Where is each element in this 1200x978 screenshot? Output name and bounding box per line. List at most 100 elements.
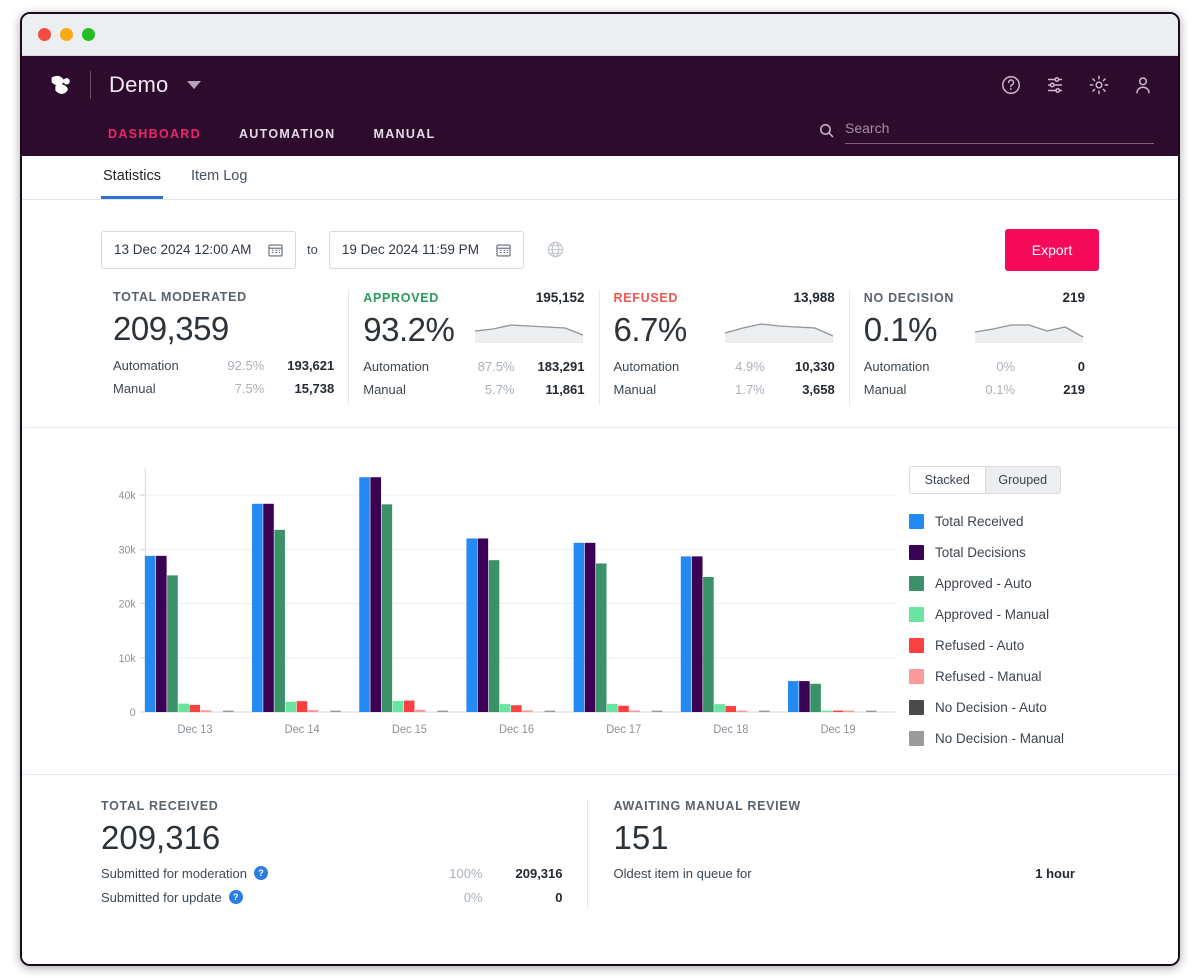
chevron-down-icon[interactable] <box>186 81 201 89</box>
chart-bar[interactable] <box>330 710 341 712</box>
chart-legend-panel: Stacked Grouped Total Received Total Deci… <box>909 458 1099 758</box>
chart-bar[interactable] <box>477 538 489 712</box>
kpi-row-pct: 0.1% <box>985 382 1015 397</box>
calendar-icon[interactable] <box>268 243 283 257</box>
chart-bar[interactable] <box>499 704 511 712</box>
search-input[interactable] <box>845 120 1154 136</box>
date-from-value: 13 Dec 2024 12:00 AM <box>114 242 252 257</box>
chart-bar[interactable] <box>437 710 448 712</box>
nav-item-automation[interactable]: AUTOMATION <box>239 127 336 141</box>
chart-bar[interactable] <box>691 556 703 712</box>
legend-item[interactable]: Approved - Manual <box>909 599 1099 630</box>
chart-bar[interactable] <box>189 704 201 712</box>
chart-bar[interactable] <box>285 701 297 712</box>
chart-bar[interactable] <box>415 709 426 712</box>
help-icon[interactable]: ? <box>228 890 243 904</box>
chart-bar[interactable] <box>584 542 596 712</box>
chart-bar[interactable] <box>156 555 167 712</box>
date-range-separator: to <box>307 242 318 257</box>
chart-bar[interactable] <box>392 700 404 712</box>
app-window: Demo DASHBOARD AUTOMATION MANUAL Search … <box>20 12 1180 966</box>
chart-bar[interactable] <box>758 710 770 712</box>
chart-bar[interactable] <box>866 710 877 712</box>
help-icon[interactable] <box>1000 74 1022 96</box>
search-icon[interactable] <box>818 122 835 139</box>
chart-bar[interactable] <box>843 710 855 712</box>
globe-icon[interactable] <box>546 240 565 259</box>
chart-mode-grouped[interactable]: Grouped <box>984 467 1060 493</box>
export-button[interactable]: Export <box>1005 228 1099 271</box>
nav-item-dashboard[interactable]: DASHBOARD <box>108 127 201 141</box>
chart-bar[interactable] <box>736 710 748 712</box>
search-area <box>818 120 1154 144</box>
legend-item[interactable]: No Decision - Manual <box>909 723 1099 754</box>
nav-item-manual[interactable]: MANUAL <box>374 127 436 141</box>
chart-bar[interactable] <box>252 503 263 712</box>
chart-bar[interactable] <box>370 477 381 712</box>
bar-chart-canvas[interactable]: 0 10k 20k 30k 40k Dec 13 Dec 14 Dec 15 Dec 16 Dec… <box>101 458 909 748</box>
gear-icon[interactable] <box>1088 74 1110 96</box>
chart-bar[interactable] <box>573 542 585 712</box>
account-icon[interactable] <box>1132 74 1154 96</box>
chart-bar[interactable] <box>714 704 725 712</box>
chart-bar[interactable] <box>307 709 319 712</box>
y-axis-tick-label: 40k <box>119 490 137 502</box>
chart-mode-stacked[interactable]: Stacked <box>910 467 985 493</box>
legend-item[interactable]: Approved - Auto <box>909 568 1099 599</box>
tune-icon[interactable] <box>1044 74 1066 96</box>
chart-bar[interactable] <box>595 563 607 712</box>
minimize-window-button[interactable] <box>60 28 73 41</box>
chart-bar[interactable] <box>200 710 212 712</box>
app-logo-icon[interactable] <box>46 70 76 100</box>
kpi-row-label: Manual <box>613 382 657 397</box>
chart-bar[interactable] <box>359 477 370 712</box>
chart-bar[interactable] <box>651 710 663 712</box>
kpi-title: APPROVED <box>363 291 440 305</box>
chart-bar[interactable] <box>607 703 618 712</box>
maximize-window-button[interactable] <box>82 28 95 41</box>
chart-bar[interactable] <box>178 703 189 712</box>
chart-bar[interactable] <box>821 710 833 712</box>
help-icon[interactable]: ? <box>253 866 268 880</box>
calendar-icon[interactable] <box>496 243 511 257</box>
chart-bar[interactable] <box>222 710 234 712</box>
panel-total-received: TOTAL RECEIVED 209,316 Submitted for mod… <box>101 799 587 909</box>
date-from-field[interactable]: 13 Dec 2024 12:00 AM <box>101 230 296 269</box>
legend-item[interactable]: Total Decisions <box>909 537 1099 568</box>
chart-bar[interactable] <box>810 683 821 712</box>
chart-bar[interactable] <box>629 710 640 712</box>
legend-item[interactable]: No Decision - Auto <box>909 692 1099 723</box>
chart-bar[interactable] <box>680 556 692 712</box>
tab-statistics[interactable]: Statistics <box>101 156 164 199</box>
chart-bar[interactable] <box>403 700 415 712</box>
chart-bar[interactable] <box>488 560 500 712</box>
chart-bar[interactable] <box>544 710 556 712</box>
chart-bar[interactable] <box>787 681 799 712</box>
chart-bar[interactable] <box>466 538 478 712</box>
chart-bar[interactable] <box>725 706 737 712</box>
legend-item[interactable]: Refused - Manual <box>909 661 1099 692</box>
legend-item[interactable]: Total Received <box>909 506 1099 537</box>
chart-legend-list: Total Received Total Decisions Approved - … <box>909 506 1099 754</box>
date-to-field[interactable]: 19 Dec 2024 11:59 PM <box>328 230 524 269</box>
kpi-breakdown-row: Automation 4.9% 10,330 <box>614 359 835 382</box>
chart-bar[interactable] <box>522 710 533 712</box>
chart-bar[interactable] <box>167 575 178 712</box>
chart-bar[interactable] <box>618 705 629 712</box>
chart-bar[interactable] <box>144 555 156 712</box>
chart-bar[interactable] <box>832 710 844 712</box>
panel-row-value: 1 hour <box>1035 865 1075 881</box>
chart-bar[interactable] <box>296 701 308 712</box>
filter-toolbar: 13 Dec 2024 12:00 AM to 19 Dec 2024 11:5… <box>22 200 1178 276</box>
tab-item-log[interactable]: Item Log <box>189 156 249 199</box>
chart-bar[interactable] <box>799 681 810 712</box>
close-window-button[interactable] <box>38 28 51 41</box>
chart-bar[interactable] <box>263 503 274 712</box>
chart-bar[interactable] <box>703 576 714 712</box>
chart-bar[interactable] <box>274 529 285 712</box>
chart-bar[interactable] <box>511 705 522 712</box>
legend-item[interactable]: Refused - Auto <box>909 630 1099 661</box>
kpi-breakdown-row: Manual 1.7% 3,658 <box>614 382 835 405</box>
chart-bar[interactable] <box>381 504 393 712</box>
legend-swatch <box>909 731 924 746</box>
